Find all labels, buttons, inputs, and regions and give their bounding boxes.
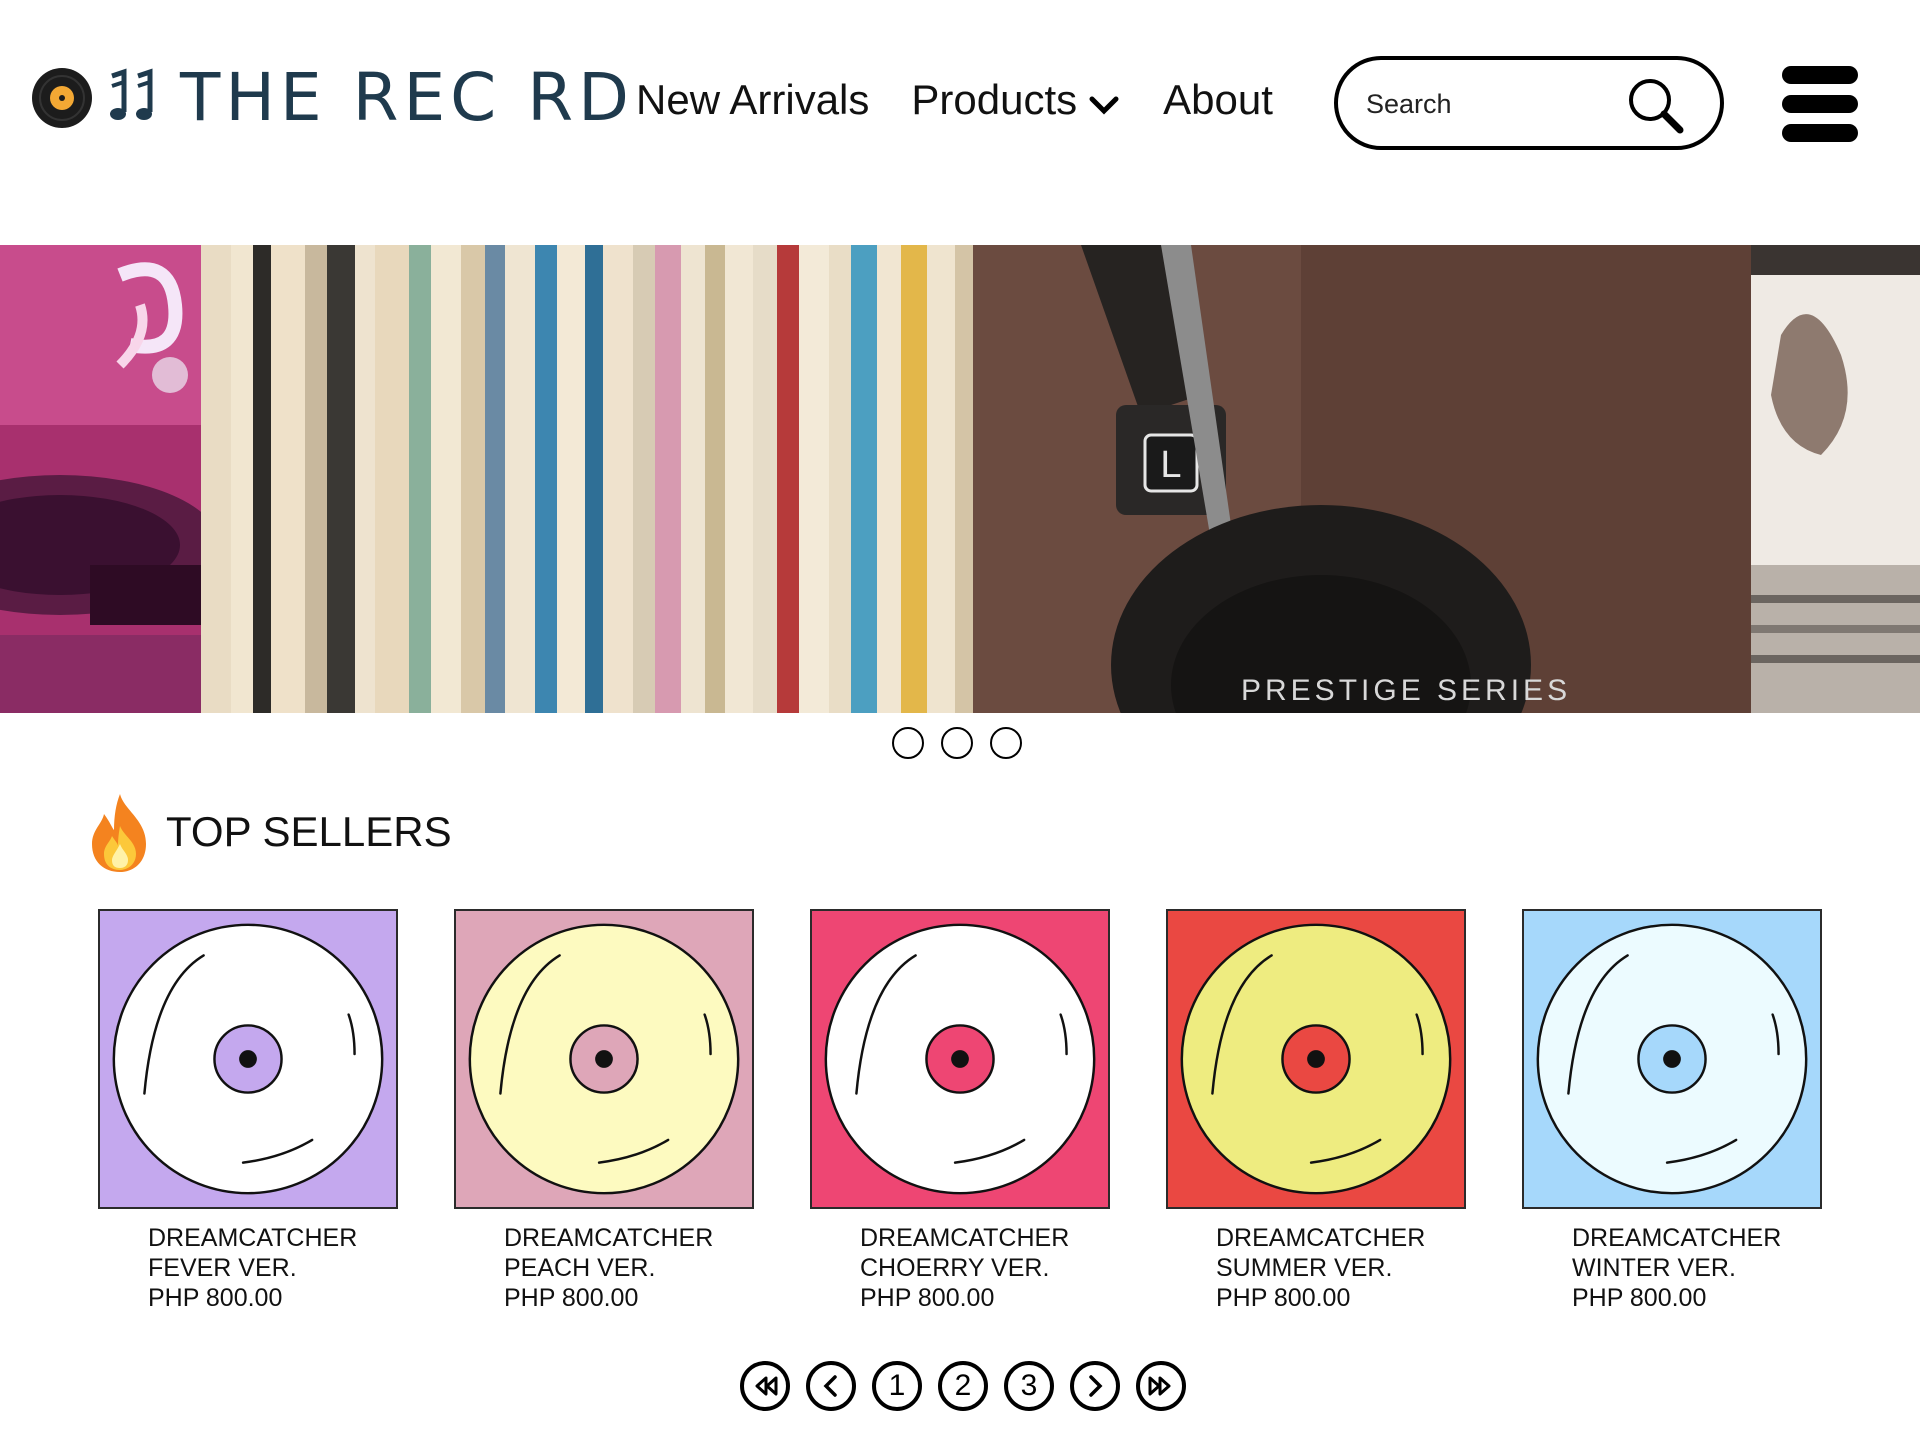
vinyl-disc-icon <box>456 911 752 1207</box>
page-button-3[interactable]: 3 <box>1004 1361 1054 1411</box>
product-card[interactable]: DREAMCATCHER CHOERRY VER. PHP 800.00 <box>810 909 1110 1313</box>
headphone-brand-text: PRESTIGE SERIES <box>1241 674 1571 707</box>
next-page-button[interactable] <box>1070 1361 1120 1411</box>
product-price: PHP 800.00 <box>504 1284 639 1312</box>
chevron-right-icon <box>1089 1375 1103 1397</box>
vinyl-disc-icon <box>812 911 1108 1207</box>
carousel-slide-next[interactable] <box>1751 245 1920 713</box>
vinyl-logo-icon <box>32 68 92 128</box>
product-album-art <box>454 909 754 1209</box>
main-nav: New Arrivals Products About <box>636 76 1273 124</box>
product-info: DREAMCATCHER WINTER VER. PHP 800.00 <box>1572 1223 1822 1313</box>
product-price: PHP 800.00 <box>860 1284 995 1312</box>
first-page-button[interactable] <box>740 1361 790 1411</box>
search-input[interactable] <box>1364 80 1618 128</box>
hamburger-menu-icon[interactable] <box>1782 66 1858 142</box>
product-price: PHP 800.00 <box>1572 1284 1707 1312</box>
carousel-dot-2[interactable] <box>941 727 973 759</box>
product-version: FEVER VER. <box>148 1254 297 1282</box>
product-artist: DREAMCATCHER <box>148 1224 358 1252</box>
vinyl-disc-icon <box>1168 911 1464 1207</box>
double-chevron-left-icon <box>755 1376 778 1396</box>
product-artist: DREAMCATCHER <box>504 1224 714 1252</box>
product-version: SUMMER VER. <box>1216 1254 1393 1282</box>
hero-carousel[interactable]: L PRESTIGE SERIES <box>0 245 1920 713</box>
top-sellers-header: TOP SELLERS <box>84 790 452 874</box>
page-button-1[interactable]: 1 <box>872 1361 922 1411</box>
turntable-image <box>0 245 201 713</box>
product-version: CHOERRY VER. <box>860 1254 1050 1282</box>
product-version: PEACH VER. <box>504 1254 656 1282</box>
chevron-down-icon <box>1089 96 1119 115</box>
logo[interactable]: THE REC RD <box>30 58 634 138</box>
nav-new-arrivals[interactable]: New Arrivals <box>636 76 869 124</box>
search-icon[interactable] <box>1624 74 1686 136</box>
logo-text: THE REC RD <box>180 59 634 136</box>
product-artist: DREAMCATCHER <box>860 1224 1070 1252</box>
vinyl-disc-icon <box>1524 911 1820 1207</box>
product-album-art <box>810 909 1110 1209</box>
nav-products[interactable]: Products <box>911 76 1119 124</box>
product-price: PHP 800.00 <box>1216 1284 1351 1312</box>
product-card[interactable]: DREAMCATCHER SUMMER VER. PHP 800.00 <box>1166 909 1466 1313</box>
product-album-art <box>1522 909 1822 1209</box>
product-artist: DREAMCATCHER <box>1572 1224 1782 1252</box>
double-chevron-right-icon <box>1148 1376 1171 1396</box>
top-sellers-title: TOP SELLERS <box>166 808 452 855</box>
product-info: DREAMCATCHER SUMMER VER. PHP 800.00 <box>1216 1223 1466 1313</box>
previous-page-button[interactable] <box>806 1361 856 1411</box>
carousel-slide-active[interactable]: L PRESTIGE SERIES <box>201 245 1751 713</box>
chevron-left-icon <box>823 1375 837 1397</box>
product-artist: DREAMCATCHER <box>1216 1224 1426 1252</box>
carousel-dot-1[interactable] <box>892 727 924 759</box>
product-card[interactable]: DREAMCATCHER FEVER VER. PHP 800.00 <box>98 909 398 1313</box>
product-card[interactable]: DREAMCATCHER PEACH VER. PHP 800.00 <box>454 909 754 1313</box>
pagination: 1 2 3 <box>740 1361 1202 1411</box>
product-album-art <box>98 909 398 1209</box>
product-album-art <box>1166 909 1466 1209</box>
record-bin-image <box>1751 245 1920 713</box>
nav-products-label: Products <box>911 76 1078 123</box>
vinyl-disc-icon <box>100 911 396 1207</box>
carousel-slide-previous[interactable] <box>0 245 201 713</box>
product-version: WINTER VER. <box>1572 1254 1736 1282</box>
product-price: PHP 800.00 <box>148 1284 283 1312</box>
last-page-button[interactable] <box>1136 1361 1186 1411</box>
product-info: DREAMCATCHER CHOERRY VER. PHP 800.00 <box>860 1223 1110 1313</box>
carousel-dots <box>892 727 1039 759</box>
fire-icon <box>92 794 146 872</box>
headphone-label: L <box>1160 444 1181 486</box>
search-box <box>1334 56 1724 150</box>
records-headphones-image: L PRESTIGE SERIES <box>201 245 1751 713</box>
product-card[interactable]: DREAMCATCHER WINTER VER. PHP 800.00 <box>1522 909 1822 1313</box>
carousel-dot-3[interactable] <box>990 727 1022 759</box>
nav-about[interactable]: About <box>1163 76 1273 124</box>
music-notes-icon <box>110 68 153 120</box>
page-button-2[interactable]: 2 <box>938 1361 988 1411</box>
product-info: DREAMCATCHER PEACH VER. PHP 800.00 <box>504 1223 754 1313</box>
product-info: DREAMCATCHER FEVER VER. PHP 800.00 <box>148 1223 398 1313</box>
